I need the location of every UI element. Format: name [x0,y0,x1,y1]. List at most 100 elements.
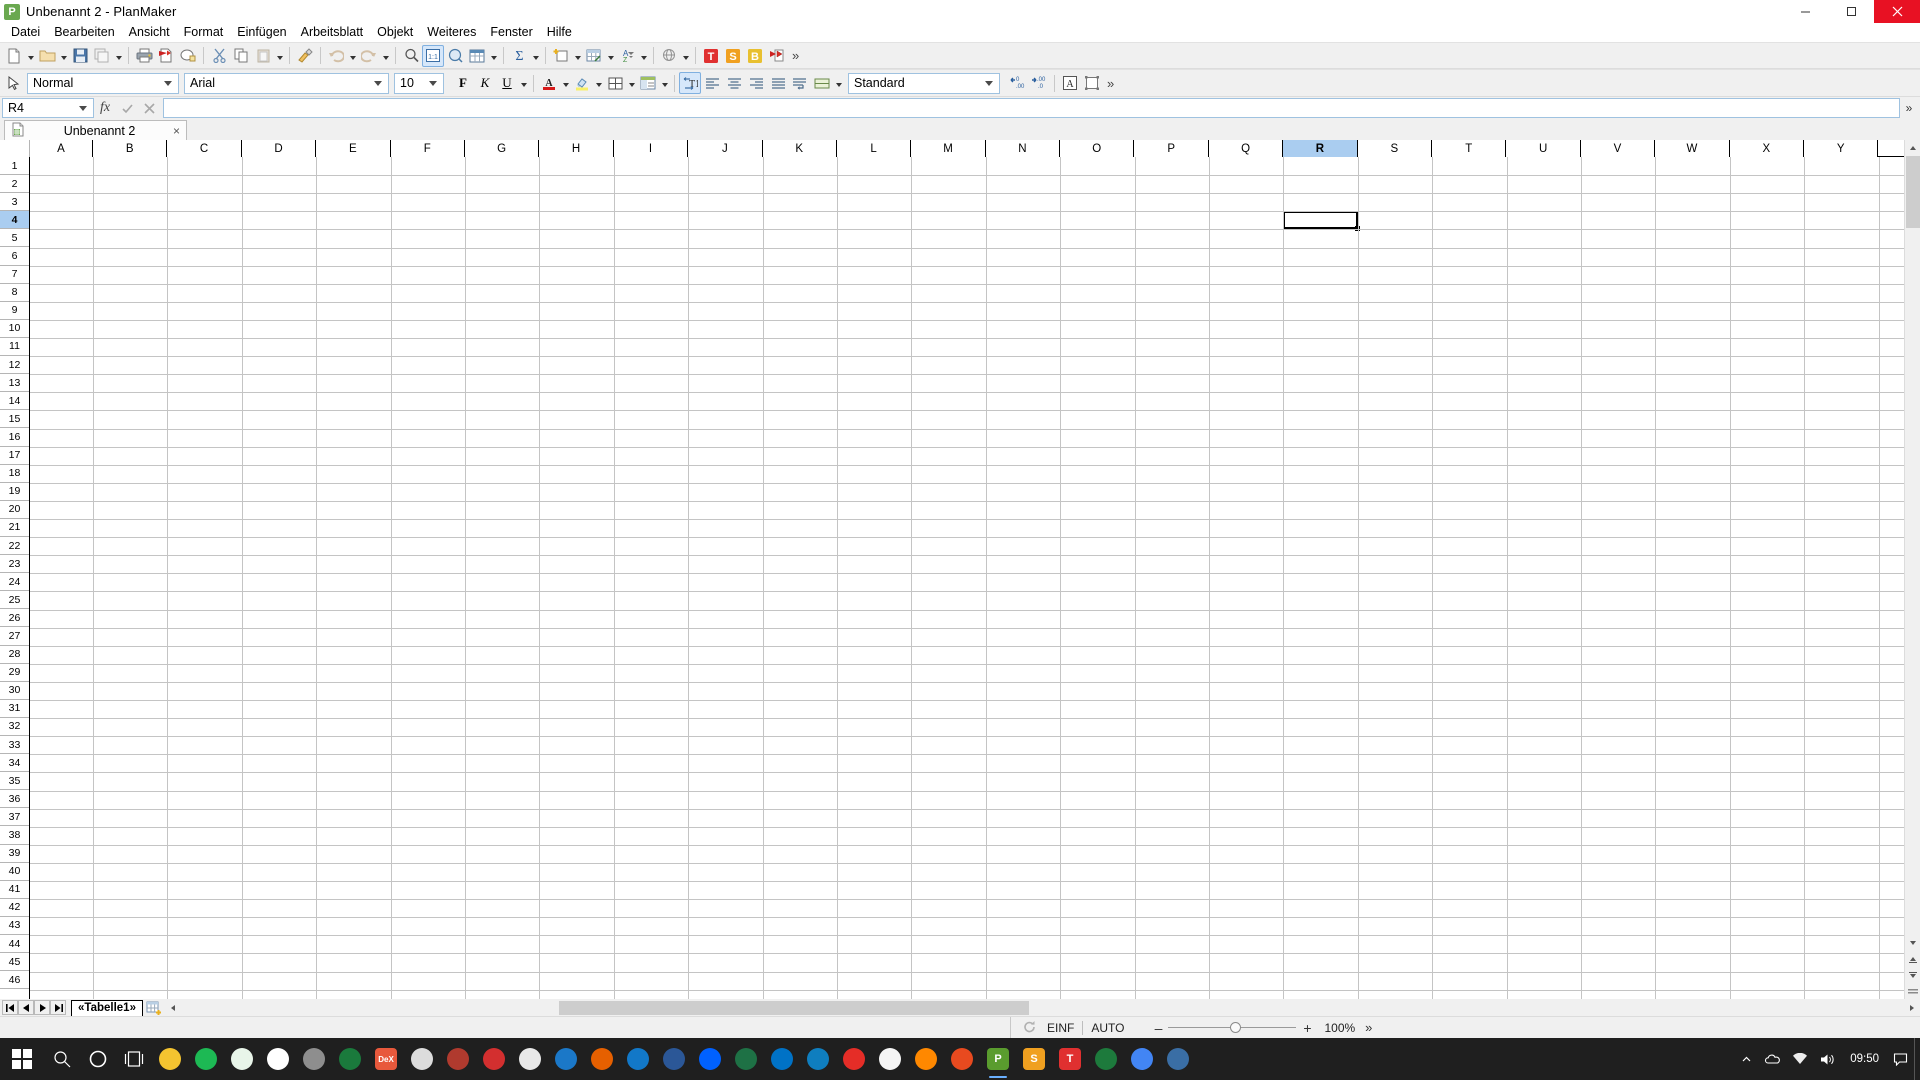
menu-arbeitsblatt[interactable]: Arbeitsblatt [294,23,371,42]
row-header-14[interactable]: 14 [0,392,29,411]
row-header-9[interactable]: 9 [0,302,29,320]
split-next-icon[interactable] [1904,967,1920,983]
hyperlink-dropdown[interactable] [680,45,691,67]
recalculate-icon[interactable] [1011,1020,1047,1035]
active-cell-selection[interactable] [1283,211,1358,230]
paste-dropdown[interactable] [274,45,285,67]
row-header-34[interactable]: 34 [0,754,29,773]
zoom-out-button[interactable]: – [1148,1020,1168,1036]
column-header-E[interactable]: E [316,140,391,157]
cancel-x-icon[interactable] [138,98,160,118]
row-header-5[interactable]: 5 [0,229,29,248]
spotify-icon[interactable] [188,1039,224,1079]
minimize-button[interactable] [1782,0,1828,23]
onedrive-icon[interactable] [1758,1038,1786,1080]
scroll-right-button[interactable] [1904,999,1920,1016]
insert-cells-icon[interactable] [550,45,572,67]
file-explorer-icon[interactable] [152,1039,188,1079]
merge-cells-icon[interactable] [811,72,833,94]
word-doc-icon[interactable] [656,1039,692,1079]
row-header-36[interactable]: 36 [0,790,29,809]
chevron-down-icon[interactable] [981,74,997,93]
cut-scissors-icon[interactable] [208,45,230,67]
filter-table-icon[interactable] [583,45,605,67]
scroll-left-button[interactable] [164,999,181,1016]
cell-grid[interactable] [30,157,1904,999]
chrome-icon[interactable] [1124,1039,1160,1079]
column-header-R[interactable]: R [1283,140,1358,157]
row-header-37[interactable]: 37 [0,808,29,827]
format-painter-icon[interactable] [294,45,316,67]
zoom-in-button[interactable]: + [1296,1020,1318,1036]
redo-dropdown[interactable] [380,45,391,67]
font-size-combo[interactable]: 10 [394,72,444,94]
formula-bar-overflow[interactable]: » [1900,101,1918,115]
font-color-icon[interactable]: A [538,72,560,94]
align-justify-icon[interactable] [767,72,789,94]
cell-properties-dropdown[interactable] [659,72,670,94]
add-sheet-icon[interactable] [143,1001,165,1015]
globe-hyperlink-icon[interactable] [658,45,680,67]
row-header-18[interactable]: 18 [0,465,29,483]
edge-icon[interactable] [800,1039,836,1079]
redo-icon[interactable] [358,45,380,67]
row-header-13[interactable]: 13 [0,374,29,393]
mail-send-icon[interactable] [766,45,788,67]
row-header-30[interactable]: 30 [0,682,29,700]
row-header-29[interactable]: 29 [0,664,29,682]
windows-start-icon[interactable] [0,1039,44,1079]
column-header-J[interactable]: J [688,140,763,157]
column-header-G[interactable]: G [464,140,540,157]
vertical-scroll-thumb[interactable] [1905,156,1920,228]
row-header-20[interactable]: 20 [0,501,29,519]
row-header-21[interactable]: 21 [0,519,29,537]
underline-dropdown[interactable] [518,72,529,94]
row-header-44[interactable]: 44 [0,935,29,954]
bold-button[interactable]: F [452,72,474,94]
row-header-46[interactable]: 46 [0,971,29,990]
qr-app-icon[interactable] [260,1039,296,1079]
column-header-H[interactable]: H [539,140,614,157]
menu-hilfe[interactable]: Hilfe [540,23,579,42]
row-header-23[interactable]: 23 [0,555,29,574]
row-header-12[interactable]: 12 [0,356,29,375]
row-header-25[interactable]: 25 [0,591,29,610]
row-header-32[interactable]: 32 [0,718,29,736]
row-header-15[interactable]: 15 [0,410,29,429]
row-header-16[interactable]: 16 [0,428,29,447]
maximize-button[interactable] [1828,0,1874,23]
row-header-33[interactable]: 33 [0,736,29,755]
zoom-slider-knob[interactable] [1230,1022,1242,1033]
object-select-icon[interactable] [3,72,25,94]
youtube-icon[interactable] [836,1039,872,1079]
formula-input[interactable] [163,98,1900,118]
show-hidden-icons-icon[interactable] [1735,1038,1758,1080]
highlight-color-dropdown[interactable] [593,72,604,94]
text-orientation-icon[interactable]: T1 [679,72,701,94]
horizontal-scroll-thumb[interactable] [558,1000,1029,1015]
column-header-F[interactable]: F [390,140,465,157]
row-header-28[interactable]: 28 [0,646,29,664]
settings-icon[interactable] [1160,1039,1196,1079]
softmaker-icon[interactable] [944,1039,980,1079]
nav-first-icon[interactable] [2,1000,18,1015]
row-header-10[interactable]: 10 [0,320,29,338]
row-header-7[interactable]: 7 [0,266,29,284]
number-format-combo[interactable]: Standard [848,72,1000,94]
underline-button[interactable]: U [496,72,518,94]
vlc-icon[interactable] [908,1039,944,1079]
textmaker-taskbar-icon[interactable]: T [1052,1039,1088,1079]
cell-frame-icon[interactable] [1081,72,1103,94]
column-header-C[interactable]: C [167,140,242,157]
column-header-B[interactable]: B [93,140,168,157]
menu-fenster[interactable]: Fenster [483,23,539,42]
status-bar-overflow[interactable]: » [1365,1020,1372,1035]
export-pdf-icon[interactable] [155,45,177,67]
paste-icon[interactable] [252,45,274,67]
row-header-1[interactable]: 1 [0,157,29,176]
split-pane-handle[interactable] [1904,983,1920,999]
borders-icon[interactable] [604,72,626,94]
column-header-V[interactable]: V [1580,140,1656,157]
menu-objekt[interactable]: Objekt [370,23,420,42]
greenshot-icon[interactable] [224,1039,260,1079]
